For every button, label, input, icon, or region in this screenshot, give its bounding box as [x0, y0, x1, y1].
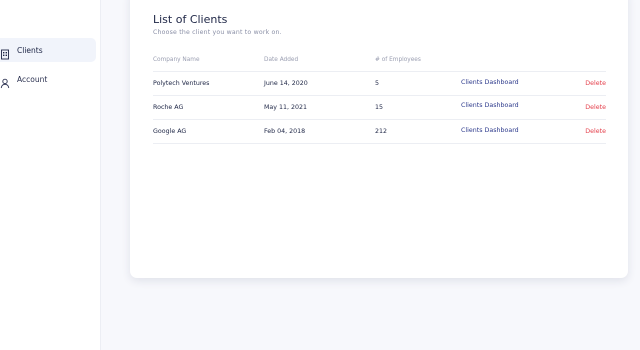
delete-button[interactable]: Delete [585, 128, 606, 135]
employee-count: 212 [375, 128, 388, 135]
sidebar: Clients Account [0, 0, 101, 350]
sidebar-item-clients[interactable]: Clients [0, 38, 96, 62]
table-row: Roche AG May 11, 2021 15 Clients Dashboa… [153, 96, 606, 120]
clients-dashboard-link[interactable]: Clients Dashboard [461, 79, 519, 86]
building-icon [0, 45, 10, 59]
company-name: Polytech Ventures [153, 80, 210, 87]
delete-button[interactable]: Delete [585, 104, 606, 111]
sidebar-item-label: Clients [17, 45, 43, 55]
employee-count: 5 [375, 80, 380, 87]
page-subtitle: Choose the client you want to work on. [153, 29, 282, 36]
delete-button[interactable]: Delete [585, 80, 606, 87]
column-header-company: Company Name [153, 57, 200, 63]
company-name: Google AG [153, 128, 187, 135]
date-added: June 14, 2020 [264, 80, 308, 87]
table-row: Polytech Ventures June 14, 2020 5 Client… [153, 72, 606, 96]
table-row: Google AG Feb 04, 2018 212 Clients Dashb… [153, 120, 606, 144]
clients-dashboard-link[interactable]: Clients Dashboard [461, 127, 519, 134]
page-title: List of Clients [153, 13, 228, 26]
sidebar-item-account[interactable]: Account [0, 67, 96, 91]
user-icon [0, 74, 10, 88]
date-added: May 11, 2021 [264, 104, 308, 111]
column-header-employees: # of Employees [375, 57, 421, 63]
clients-dashboard-link[interactable]: Clients Dashboard [461, 102, 519, 109]
company-name: Roche AG [153, 104, 184, 111]
sidebar-item-label: Account [17, 74, 48, 84]
clients-card: List of Clients Choose the client you wa… [130, 0, 628, 278]
date-added: Feb 04, 2018 [264, 128, 306, 135]
employee-count: 15 [375, 104, 384, 111]
column-header-date: Date Added [264, 57, 299, 63]
